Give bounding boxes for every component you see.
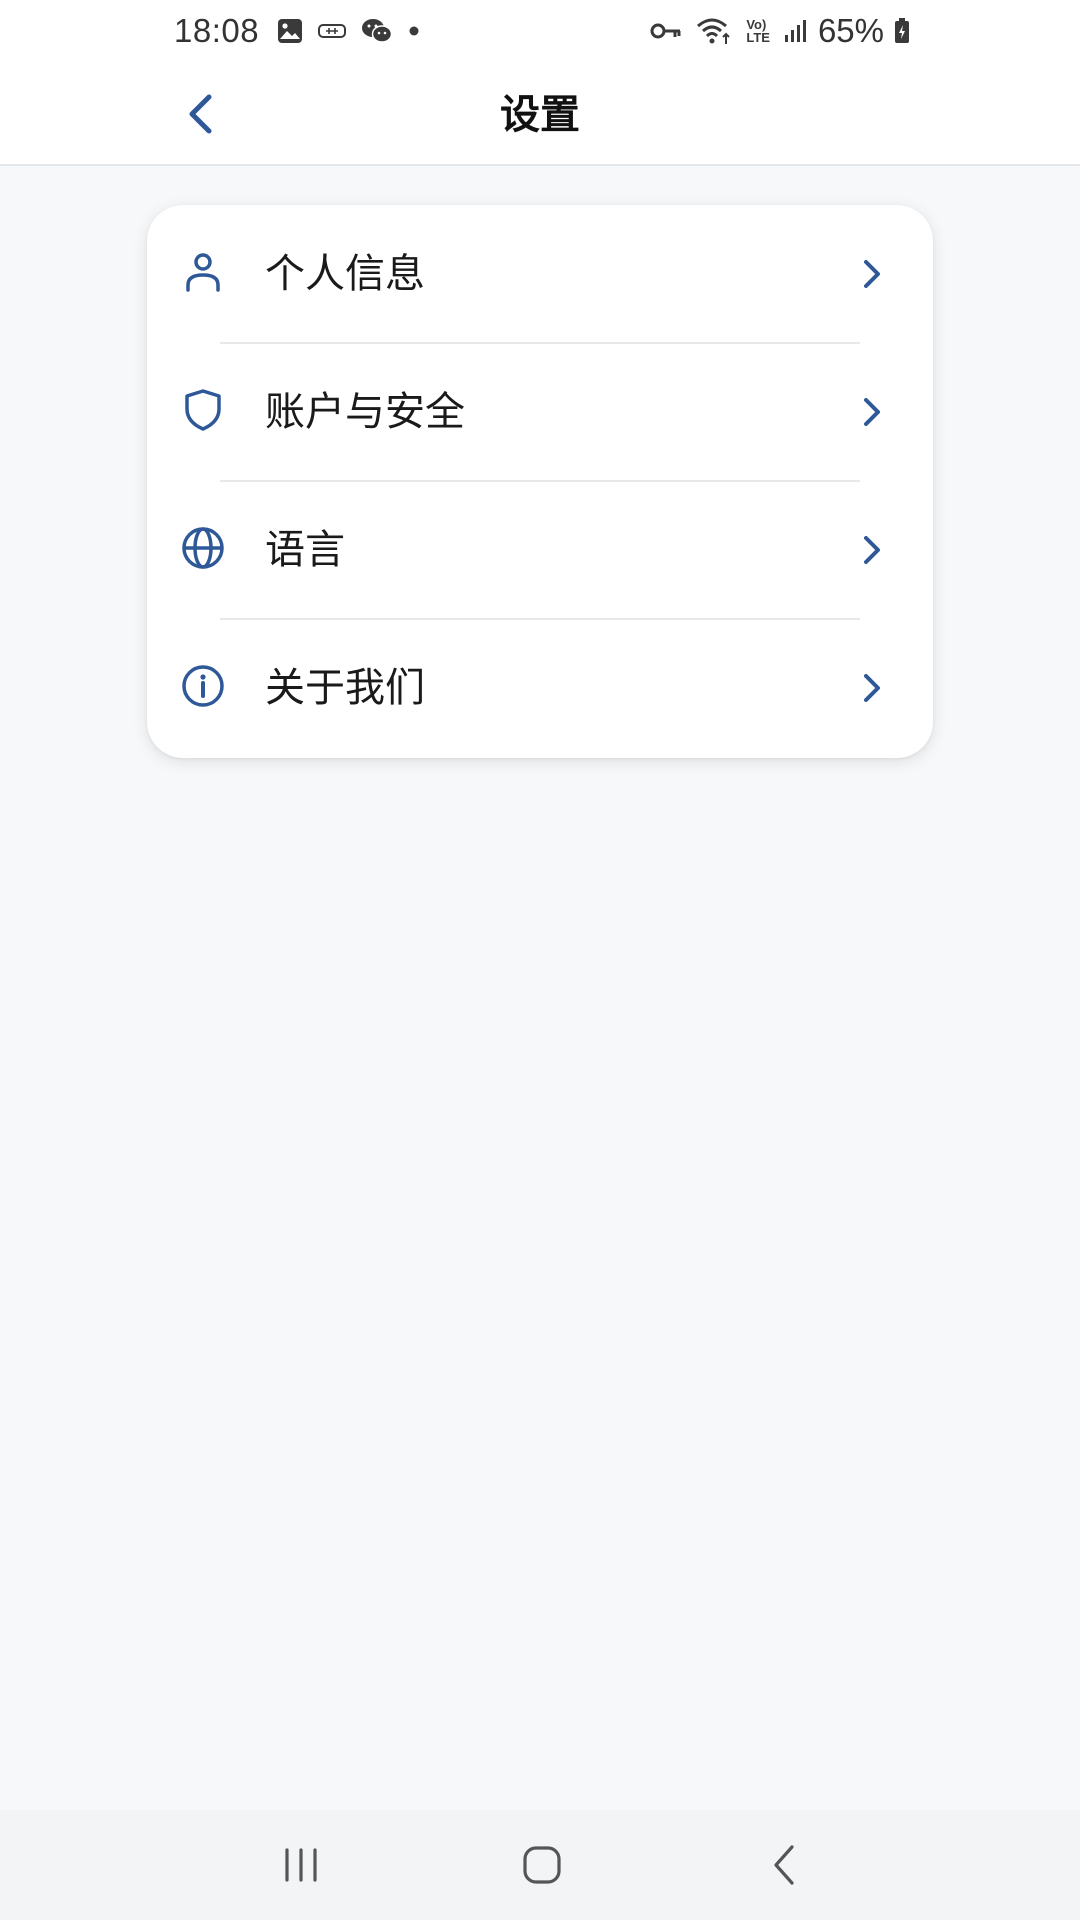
chevron-right-icon [859, 671, 885, 705]
dot-icon [407, 24, 421, 38]
menu-item-about-us[interactable]: 关于我们 [147, 619, 933, 757]
battery-icon [894, 18, 910, 44]
back-icon [774, 1845, 794, 1885]
globe-icon [181, 526, 225, 570]
menu-item-label: 语言 [265, 527, 345, 573]
key-icon [650, 20, 682, 42]
menu-item-label: 账户与安全 [265, 389, 465, 435]
status-left: 18:08 [174, 8, 435, 54]
menu-item-label: 个人信息 [265, 251, 425, 297]
signal-icon [784, 18, 808, 44]
shield-icon [181, 388, 225, 432]
status-right: Vo) LTE 65% [646, 8, 910, 54]
tag-icon [317, 18, 347, 44]
wifi-icon [696, 16, 732, 46]
page-title: 设置 [500, 92, 580, 138]
recent-apps-icon [285, 1848, 317, 1882]
status-time: 18:08 [174, 12, 260, 49]
chevron-right-icon [859, 257, 885, 291]
chevron-right-icon [859, 533, 885, 567]
home-icon [523, 1846, 561, 1884]
info-icon [181, 664, 225, 708]
battery-percentage: 65% [817, 12, 884, 49]
navigation-bar [0, 1810, 1080, 1920]
menu-item-language[interactable]: 语言 [147, 481, 933, 619]
menu-item-account-security[interactable]: 账户与安全 [147, 343, 933, 481]
home-button[interactable] [502, 1830, 582, 1900]
recent-apps-button[interactable] [261, 1830, 341, 1900]
app-header: 设置 [0, 66, 1080, 166]
system-back-button[interactable] [745, 1830, 825, 1900]
wechat-icon [361, 17, 393, 45]
chevron-right-icon [859, 395, 885, 429]
person-icon [181, 250, 225, 294]
volte-bottom-text: LTE [746, 30, 770, 45]
menu-item-personal-info[interactable]: 个人信息 [147, 205, 933, 343]
volte-icon: Vo) LTE [746, 18, 770, 44]
status-bar: 18:08 Vo) LTE 65% [0, 0, 1080, 66]
settings-card: 个人信息 账户与安全 语言 关于我们 [147, 205, 933, 758]
menu-item-label: 关于我们 [265, 665, 425, 711]
gallery-icon [277, 18, 303, 44]
